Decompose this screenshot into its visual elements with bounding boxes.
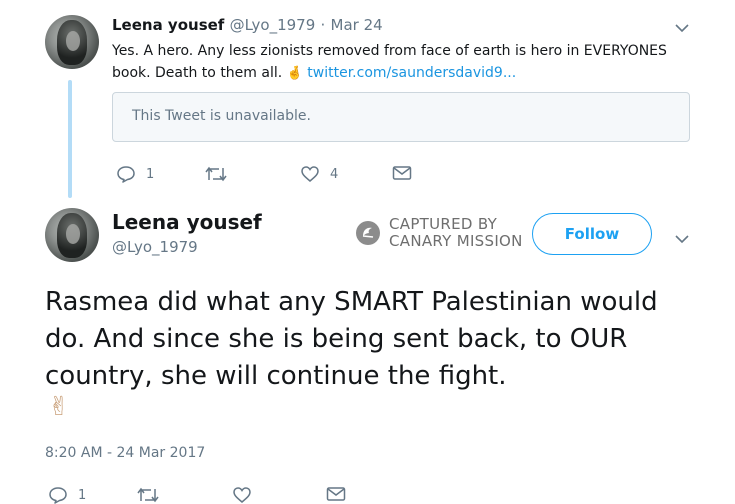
reply-icon	[49, 487, 67, 504]
handle[interactable]: @Lyo_1979	[230, 16, 316, 34]
retweet-icon	[137, 487, 159, 503]
like-count: 4	[330, 166, 339, 182]
avatar[interactable]	[45, 208, 99, 262]
tweet-timestamp[interactable]: 8:20 AM - 24 Mar 2017	[45, 445, 205, 461]
avatar[interactable]	[45, 15, 99, 69]
thread-line	[68, 80, 72, 198]
tweet-text: Rasmea did what any SMART Palestinian wo…	[45, 287, 658, 391]
quoted-unavailable-text: This Tweet is unavailable.	[132, 108, 311, 124]
watermark-text: CAPTURED BY CANARY MISSION	[389, 216, 523, 250]
canary-mission-watermark: CAPTURED BY CANARY MISSION	[355, 216, 523, 250]
quoted-tweet[interactable]: This Tweet is unavailable.	[112, 92, 690, 142]
canary-logo-icon	[356, 221, 380, 245]
chevron-down-icon[interactable]	[675, 229, 689, 248]
heart-icon	[301, 166, 319, 182]
retweet-button[interactable]	[136, 486, 160, 504]
display-name[interactable]: Leena yousef	[112, 210, 262, 234]
like-button[interactable]	[232, 486, 252, 504]
tweet-text: Yes. A hero. Any less zionists removed f…	[112, 40, 687, 85]
watermark-line-2: CANARY MISSION	[389, 232, 523, 250]
heart-icon	[233, 487, 251, 503]
tweet-date[interactable]: Mar 24	[331, 16, 383, 34]
victory-hand-emoji: ✌	[48, 392, 70, 422]
tweet-link[interactable]: twitter.com/saundersdavid9...	[307, 65, 516, 81]
crossed-fingers-emoji: 🤞	[286, 66, 303, 81]
follow-button[interactable]: Follow	[532, 213, 652, 255]
watermark-line-1: CAPTURED BY	[389, 215, 498, 233]
like-button[interactable]: 4	[300, 165, 338, 183]
retweet-icon	[205, 166, 227, 182]
chevron-down-icon[interactable]	[675, 18, 689, 37]
reply-count: 1	[146, 166, 155, 182]
display-name[interactable]: Leena yousef	[112, 16, 224, 34]
message-button[interactable]	[392, 165, 412, 181]
tweet-author[interactable]: Leena yousef @Lyo_1979 · Mar 24	[112, 16, 383, 34]
envelope-icon	[392, 166, 412, 180]
reply-button[interactable]: 1	[48, 486, 86, 504]
reply-count: 1	[78, 487, 87, 503]
retweet-button[interactable]	[204, 165, 228, 183]
reply-icon	[117, 166, 135, 183]
avatar-face	[65, 224, 80, 244]
handle[interactable]: @Lyo_1979	[112, 238, 198, 256]
reply-button[interactable]: 1	[116, 165, 154, 183]
avatar-face	[65, 31, 80, 51]
separator: ·	[320, 16, 326, 34]
